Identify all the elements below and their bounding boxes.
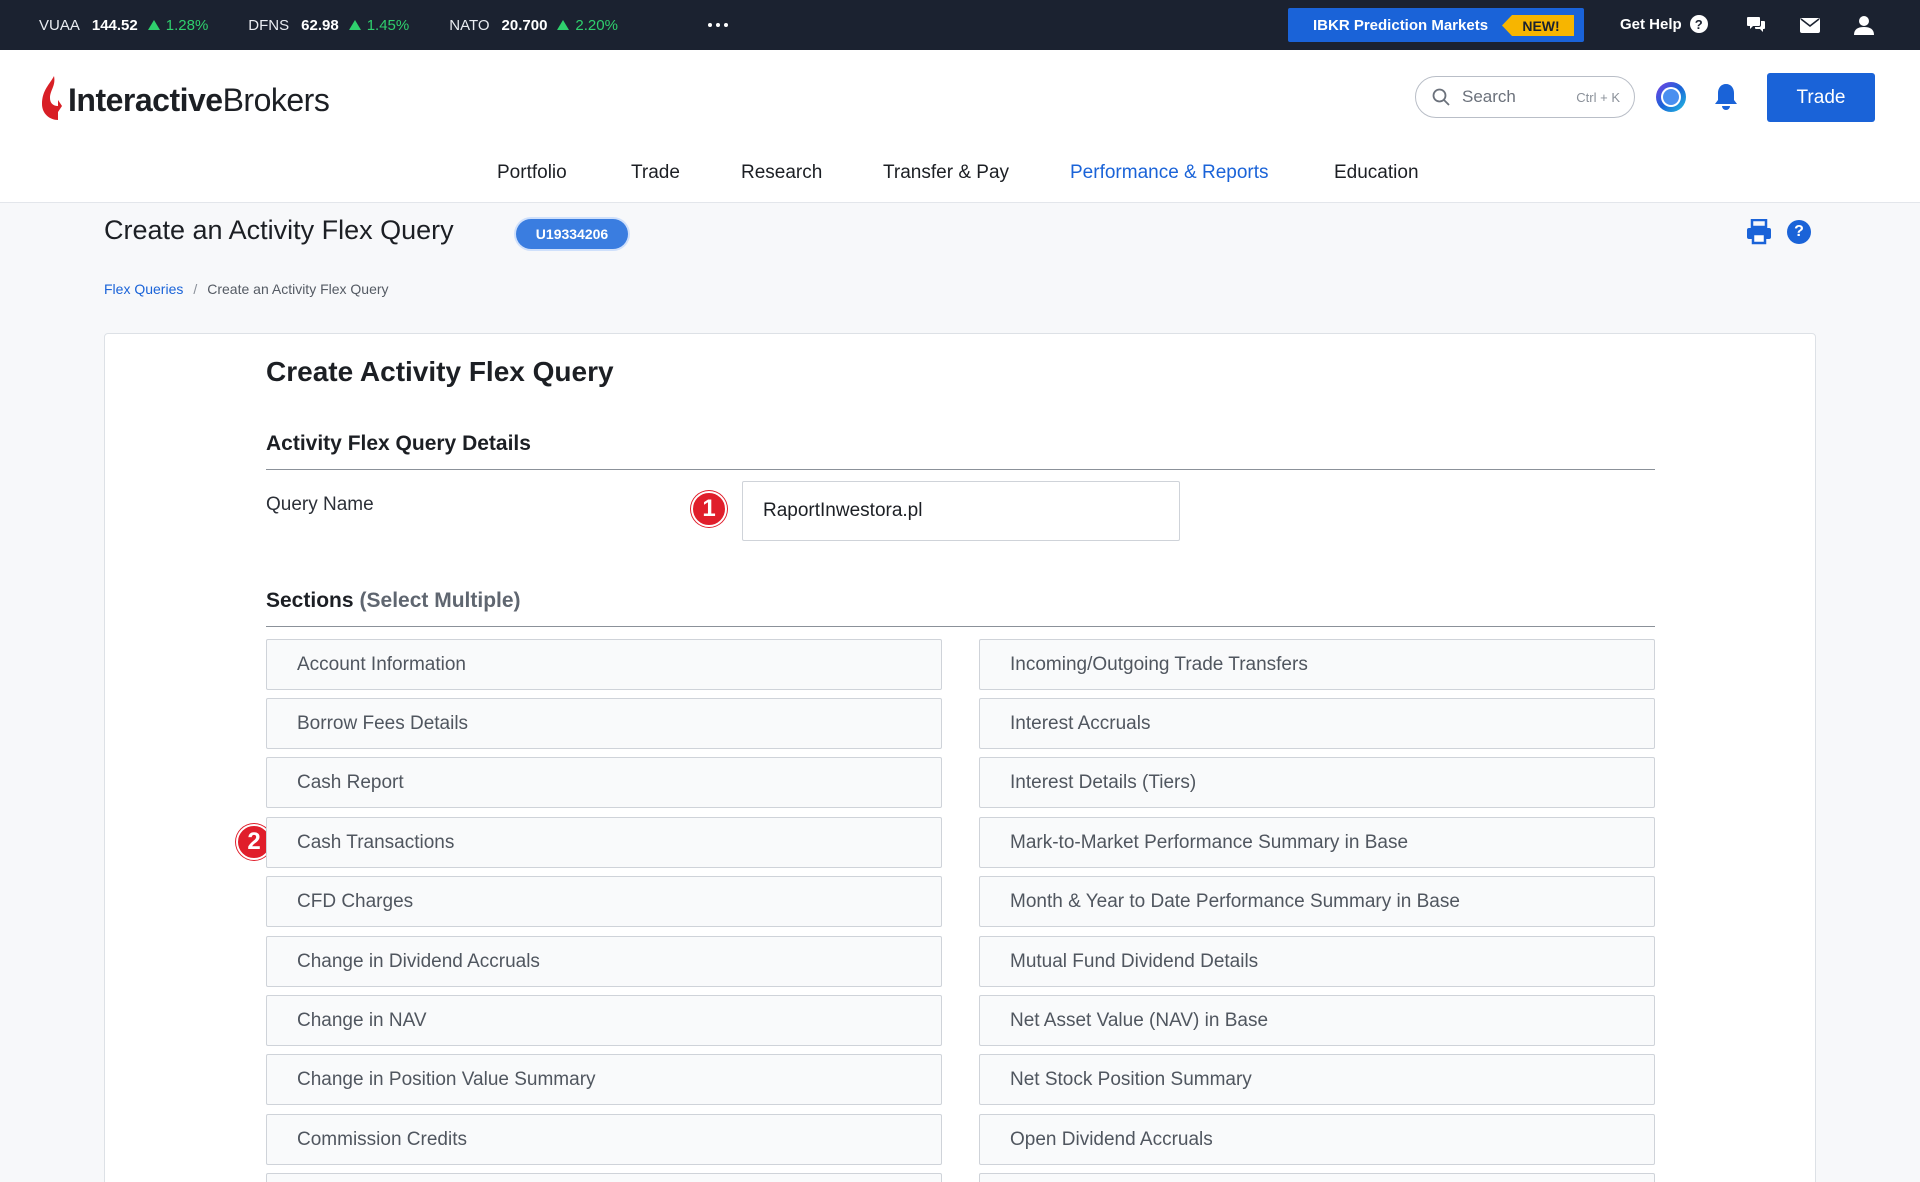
section-option[interactable]: Net Asset Value (NAV) in Base xyxy=(979,995,1655,1046)
print-icon[interactable] xyxy=(1746,219,1772,245)
ticker-symbol: NATO xyxy=(449,16,490,34)
form-title: Create Activity Flex Query xyxy=(266,356,614,387)
search-input[interactable]: Search Ctrl + K xyxy=(1415,76,1635,118)
section-option[interactable] xyxy=(266,1173,942,1182)
section-option[interactable]: Net Stock Position Summary xyxy=(979,1054,1655,1105)
notifications-bell-icon[interactable] xyxy=(1712,82,1740,112)
divider xyxy=(266,626,1655,627)
ticker-change: 2.20% xyxy=(575,16,618,34)
section-option[interactable] xyxy=(979,1173,1655,1182)
section-option[interactable]: Month & Year to Date Performance Summary… xyxy=(979,876,1655,927)
flex-query-card: Create Activity Flex Query Activity Flex… xyxy=(104,333,1816,1182)
ticker-bar: VUAA 144.52 1.28% DFNS 62.98 1.45% NATO … xyxy=(0,0,1920,50)
ticker-nato[interactable]: NATO 20.700 2.20% xyxy=(449,17,618,34)
section-option[interactable]: Interest Accruals xyxy=(979,698,1655,749)
section-option[interactable]: CFD Charges xyxy=(266,876,942,927)
breadcrumb-current: Create an Activity Flex Query xyxy=(207,281,389,297)
page-help-icon[interactable]: ? xyxy=(1787,220,1811,244)
section-option[interactable]: Open Dividend Accruals xyxy=(979,1114,1655,1165)
breadcrumb-flex-queries[interactable]: Flex Queries xyxy=(104,281,183,297)
trade-button[interactable]: Trade xyxy=(1767,73,1875,122)
site-header: InteractiveBrokers Search Ctrl + K Trade… xyxy=(0,50,1920,203)
page-title: Create an Activity Flex Query xyxy=(104,215,454,245)
nav-performance-reports[interactable]: Performance & Reports xyxy=(1070,162,1269,184)
help-icon: ? xyxy=(1689,15,1708,33)
ticker-price: 62.98 xyxy=(301,16,339,34)
account-badge[interactable]: U19334206 xyxy=(516,219,628,249)
logo-text-light: Brokers xyxy=(222,82,330,118)
section-option[interactable]: Change in NAV xyxy=(266,995,942,1046)
sections-heading: Sections (Select Multiple) xyxy=(266,589,521,613)
search-icon xyxy=(1432,88,1450,106)
user-icon[interactable] xyxy=(1852,13,1876,37)
get-help-button[interactable]: Get Help ? xyxy=(1620,15,1708,33)
search-placeholder: Search xyxy=(1462,87,1516,106)
query-name-label: Query Name xyxy=(266,494,374,515)
nav-portfolio[interactable]: Portfolio xyxy=(497,162,567,184)
ticker-symbol: DFNS xyxy=(248,16,290,34)
divider xyxy=(266,469,1655,470)
logo-flame-icon xyxy=(42,76,62,120)
section-option[interactable]: Interest Details (Tiers) xyxy=(979,757,1655,808)
section-option[interactable]: Incoming/Outgoing Trade Transfers xyxy=(979,639,1655,690)
breadcrumb-separator: / xyxy=(193,281,198,297)
section-option[interactable]: Account Information xyxy=(266,639,942,690)
ticker-change: 1.45% xyxy=(366,16,410,34)
main-nav: Portfolio Trade Research Transfer & Pay … xyxy=(0,162,1920,192)
ticker-dfns[interactable]: DFNS 62.98 1.45% xyxy=(248,17,409,34)
search-shortcut: Ctrl + K xyxy=(1576,89,1620,105)
section-option[interactable]: Cash Transactions xyxy=(266,817,942,868)
chat-icon[interactable] xyxy=(1744,13,1768,37)
ticker-price: 20.700 xyxy=(501,16,548,34)
mail-icon[interactable] xyxy=(1798,13,1822,37)
nav-research[interactable]: Research xyxy=(741,162,822,184)
ticker-symbol: VUAA xyxy=(39,16,80,34)
section-option[interactable]: Change in Position Value Summary xyxy=(266,1054,942,1105)
more-tickers-icon[interactable] xyxy=(707,23,728,27)
up-arrow-icon xyxy=(348,20,361,30)
get-help-label: Get Help xyxy=(1620,15,1682,33)
sections-hint: (Select Multiple) xyxy=(359,589,521,612)
section-option[interactable]: Cash Report xyxy=(266,757,942,808)
section-option[interactable]: Mark-to-Market Performance Summary in Ba… xyxy=(979,817,1655,868)
breadcrumb: Flex Queries / Create an Activity Flex Q… xyxy=(104,281,389,297)
section-option[interactable]: Change in Dividend Accruals xyxy=(266,936,942,987)
prediction-markets-button[interactable]: IBKR Prediction Markets NEW! xyxy=(1288,8,1584,42)
query-name-input[interactable] xyxy=(742,481,1180,541)
ticker-vuaa[interactable]: VUAA 144.52 1.28% xyxy=(39,17,208,34)
nav-transfer-pay[interactable]: Transfer & Pay xyxy=(883,162,1009,184)
promo-label: IBKR Prediction Markets xyxy=(1313,16,1489,34)
nav-education[interactable]: Education xyxy=(1334,162,1419,184)
ibkr-logo[interactable]: InteractiveBrokers xyxy=(40,70,330,120)
ai-assistant-icon[interactable] xyxy=(1654,80,1688,114)
new-badge: NEW! xyxy=(1502,15,1574,36)
ticker-price: 144.52 xyxy=(91,16,138,34)
ticker-change: 1.28% xyxy=(165,16,209,34)
logo-text-bold: Interactive xyxy=(68,82,223,118)
section-option[interactable]: Borrow Fees Details xyxy=(266,698,942,749)
sections-heading-label: Sections xyxy=(266,589,354,612)
step-marker-1: 1 xyxy=(691,491,727,527)
up-arrow-icon xyxy=(147,20,160,30)
section-option[interactable]: Mutual Fund Dividend Details xyxy=(979,936,1655,987)
details-heading: Activity Flex Query Details xyxy=(266,432,531,455)
nav-trade[interactable]: Trade xyxy=(631,162,680,184)
section-option[interactable]: Commission Credits xyxy=(266,1114,942,1165)
up-arrow-icon xyxy=(557,20,570,30)
